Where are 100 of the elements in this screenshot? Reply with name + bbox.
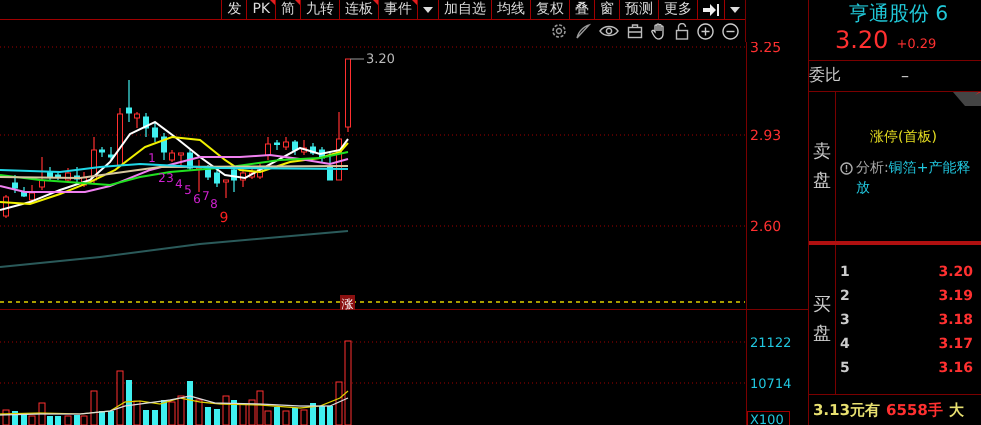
candlestick (310, 143, 316, 155)
candlestick (240, 167, 246, 187)
bid-rank: 3 (840, 312, 850, 328)
zoom-out-icon[interactable] (722, 22, 740, 40)
candlestick (47, 167, 53, 180)
candlestick (91, 137, 97, 183)
candlestick (257, 163, 263, 179)
bid-rank: 2 (840, 288, 850, 304)
candlestick (152, 123, 158, 142)
bid-rank: 5 (840, 360, 850, 376)
analysis-text: 分析:铜箔+产能释放 (856, 158, 972, 198)
candlestick (3, 195, 9, 218)
candlestick (292, 140, 298, 155)
volume-bar (152, 410, 158, 425)
bid-rank: 4 (840, 336, 850, 352)
sequence-count: 8 (210, 197, 218, 211)
sequence-count: 3 (166, 171, 174, 185)
candlestick (161, 133, 167, 160)
volume-bar (214, 409, 220, 425)
candlestick (327, 153, 333, 180)
candlestick (205, 165, 211, 180)
volume-bar (292, 408, 298, 425)
buy-label: 买盘 (813, 292, 831, 346)
sequence-count: 1 (148, 151, 156, 165)
feather-icon[interactable] (575, 23, 592, 39)
candlestick (265, 137, 271, 160)
volume-bar (231, 400, 237, 425)
candlestick (274, 140, 280, 150)
volume-bar (126, 380, 132, 425)
bid-price: 3.18 (938, 312, 973, 328)
sequence-count: 2 (158, 171, 166, 185)
toolbox-icon[interactable] (627, 23, 644, 39)
stock-name: 亨通股份 6 (848, 0, 950, 26)
sequence-count: 4 (175, 177, 183, 191)
toolbar-button[interactable]: 简 (275, 0, 300, 19)
bid-price: 3.19 (938, 288, 973, 304)
volume-bar (21, 414, 27, 425)
price-axis-label: 2.93 (750, 128, 782, 144)
candlestick (196, 160, 202, 192)
candlestick (117, 108, 123, 167)
volume-bar (205, 407, 211, 425)
candlestick (126, 80, 132, 122)
bid-price: 3.20 (938, 264, 973, 280)
volume-bar (108, 411, 114, 425)
candlestick (336, 112, 342, 180)
candlestick (187, 150, 193, 170)
candlestick (214, 170, 220, 187)
volume-bar (47, 416, 53, 425)
candlestick (178, 152, 184, 167)
toolbar-button[interactable]: 事件 (378, 0, 418, 19)
unit-label: X100 (747, 411, 790, 425)
last-price-label: 3.20 (366, 52, 395, 67)
volume-bar (274, 407, 280, 425)
candlestick (12, 175, 18, 193)
candlestick (29, 185, 35, 203)
bid-price: 3.16 (938, 360, 973, 376)
price-axis-label: 2.60 (750, 219, 782, 235)
volume-bar (319, 406, 325, 425)
bid-rank: 1 (840, 264, 850, 280)
caret-icon (423, 6, 434, 12)
sequence-count: 5 (184, 183, 192, 197)
order-summary-text: 大 (948, 400, 964, 420)
candlestick (249, 167, 255, 179)
candlestick (231, 167, 237, 192)
toolbar-button[interactable]: PK (246, 0, 276, 19)
order-summary-text: 3.13元有 (813, 400, 880, 420)
current-price: 3.20 (835, 26, 888, 54)
candlestick (223, 180, 229, 198)
leader-line (350, 58, 364, 60)
eye-icon[interactable] (599, 24, 620, 38)
info-icon (840, 162, 853, 175)
caret-icon (730, 6, 740, 12)
unlock-icon[interactable] (675, 22, 690, 40)
sell-label: 卖盘 (813, 140, 831, 193)
order-summary-text: 6558手 (886, 400, 943, 420)
volume-bar (161, 400, 167, 425)
candlestick (283, 137, 289, 150)
price-change: +0.29 (896, 37, 936, 52)
settings-icon[interactable] (551, 23, 568, 39)
volume-bar (55, 416, 61, 425)
volume-axis-label: 10714 (750, 377, 792, 392)
toolbar-button[interactable]: 连板 (339, 0, 378, 19)
candlestick (169, 150, 175, 162)
volume-bar (327, 406, 333, 425)
bid-price: 3.17 (938, 336, 973, 352)
volume-bar (310, 403, 316, 425)
volume-bar (99, 411, 105, 425)
ratio-value: – (901, 66, 909, 86)
sequence-count: 9 (220, 210, 228, 226)
volume-bar (187, 381, 193, 425)
corner-tab (953, 92, 981, 106)
candlestick (55, 172, 61, 180)
volume-axis-label: 21122 (750, 336, 792, 351)
candlestick (65, 168, 71, 183)
arrow-to-bar-icon (703, 2, 720, 16)
zoom-in-icon[interactable] (697, 22, 714, 40)
sequence-count: 7 (202, 189, 210, 203)
candlestick (301, 140, 307, 155)
ratio-label: 委比 (809, 65, 841, 86)
candlestick (134, 112, 140, 128)
